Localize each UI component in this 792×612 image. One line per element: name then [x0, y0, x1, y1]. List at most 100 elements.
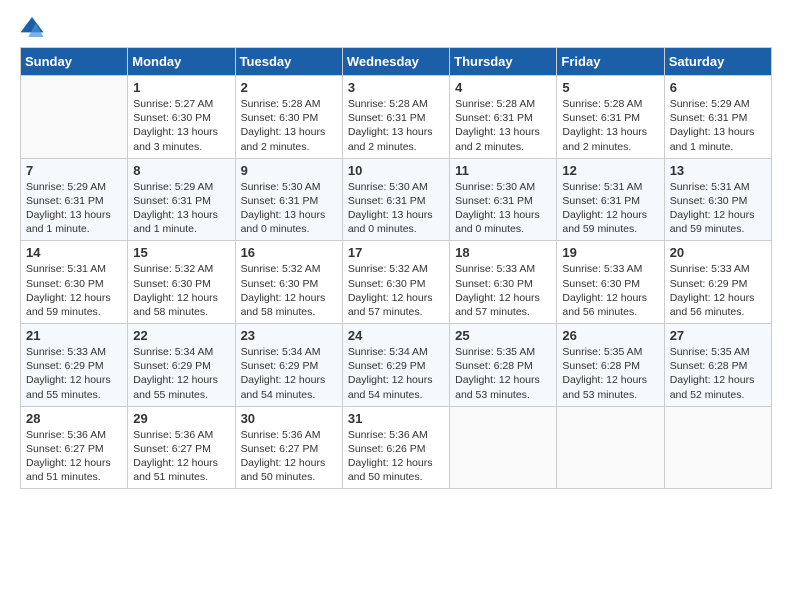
calendar-cell	[450, 406, 557, 489]
calendar-week-3: 14 Sunrise: 5:31 AMSunset: 6:30 PMDaylig…	[21, 241, 772, 324]
day-number: 7	[26, 163, 122, 178]
day-number: 12	[562, 163, 658, 178]
day-info: Sunrise: 5:30 AMSunset: 6:31 PMDaylight:…	[241, 180, 337, 237]
day-info: Sunrise: 5:34 AMSunset: 6:29 PMDaylight:…	[133, 345, 229, 402]
weekday-thursday: Thursday	[450, 48, 557, 76]
calendar-cell: 5 Sunrise: 5:28 AMSunset: 6:31 PMDayligh…	[557, 76, 664, 159]
day-info: Sunrise: 5:33 AMSunset: 6:29 PMDaylight:…	[26, 345, 122, 402]
day-number: 9	[241, 163, 337, 178]
day-number: 17	[348, 245, 444, 260]
weekday-tuesday: Tuesday	[235, 48, 342, 76]
day-info: Sunrise: 5:27 AMSunset: 6:30 PMDaylight:…	[133, 97, 229, 154]
calendar-cell: 30 Sunrise: 5:36 AMSunset: 6:27 PMDaylig…	[235, 406, 342, 489]
day-number: 31	[348, 411, 444, 426]
calendar-cell: 4 Sunrise: 5:28 AMSunset: 6:31 PMDayligh…	[450, 76, 557, 159]
day-info: Sunrise: 5:32 AMSunset: 6:30 PMDaylight:…	[241, 262, 337, 319]
day-info: Sunrise: 5:35 AMSunset: 6:28 PMDaylight:…	[670, 345, 766, 402]
calendar-cell: 6 Sunrise: 5:29 AMSunset: 6:31 PMDayligh…	[664, 76, 771, 159]
day-info: Sunrise: 5:36 AMSunset: 6:27 PMDaylight:…	[241, 428, 337, 485]
calendar-cell: 16 Sunrise: 5:32 AMSunset: 6:30 PMDaylig…	[235, 241, 342, 324]
weekday-wednesday: Wednesday	[342, 48, 449, 76]
weekday-header: SundayMondayTuesdayWednesdayThursdayFrid…	[21, 48, 772, 76]
day-info: Sunrise: 5:33 AMSunset: 6:30 PMDaylight:…	[455, 262, 551, 319]
day-info: Sunrise: 5:28 AMSunset: 6:31 PMDaylight:…	[455, 97, 551, 154]
day-info: Sunrise: 5:36 AMSunset: 6:26 PMDaylight:…	[348, 428, 444, 485]
day-info: Sunrise: 5:36 AMSunset: 6:27 PMDaylight:…	[26, 428, 122, 485]
day-number: 8	[133, 163, 229, 178]
calendar-cell: 23 Sunrise: 5:34 AMSunset: 6:29 PMDaylig…	[235, 324, 342, 407]
day-number: 10	[348, 163, 444, 178]
day-number: 28	[26, 411, 122, 426]
calendar-cell: 21 Sunrise: 5:33 AMSunset: 6:29 PMDaylig…	[21, 324, 128, 407]
calendar-week-2: 7 Sunrise: 5:29 AMSunset: 6:31 PMDayligh…	[21, 158, 772, 241]
day-number: 18	[455, 245, 551, 260]
day-info: Sunrise: 5:30 AMSunset: 6:31 PMDaylight:…	[455, 180, 551, 237]
calendar-cell: 26 Sunrise: 5:35 AMSunset: 6:28 PMDaylig…	[557, 324, 664, 407]
calendar-week-5: 28 Sunrise: 5:36 AMSunset: 6:27 PMDaylig…	[21, 406, 772, 489]
day-info: Sunrise: 5:28 AMSunset: 6:31 PMDaylight:…	[562, 97, 658, 154]
calendar-cell: 19 Sunrise: 5:33 AMSunset: 6:30 PMDaylig…	[557, 241, 664, 324]
day-info: Sunrise: 5:35 AMSunset: 6:28 PMDaylight:…	[455, 345, 551, 402]
calendar-cell: 20 Sunrise: 5:33 AMSunset: 6:29 PMDaylig…	[664, 241, 771, 324]
day-info: Sunrise: 5:34 AMSunset: 6:29 PMDaylight:…	[241, 345, 337, 402]
day-number: 5	[562, 80, 658, 95]
day-info: Sunrise: 5:32 AMSunset: 6:30 PMDaylight:…	[348, 262, 444, 319]
day-info: Sunrise: 5:36 AMSunset: 6:27 PMDaylight:…	[133, 428, 229, 485]
calendar-cell: 13 Sunrise: 5:31 AMSunset: 6:30 PMDaylig…	[664, 158, 771, 241]
calendar-cell: 18 Sunrise: 5:33 AMSunset: 6:30 PMDaylig…	[450, 241, 557, 324]
calendar-cell: 2 Sunrise: 5:28 AMSunset: 6:30 PMDayligh…	[235, 76, 342, 159]
day-number: 21	[26, 328, 122, 343]
calendar-cell: 1 Sunrise: 5:27 AMSunset: 6:30 PMDayligh…	[128, 76, 235, 159]
day-number: 29	[133, 411, 229, 426]
calendar-cell	[21, 76, 128, 159]
day-info: Sunrise: 5:33 AMSunset: 6:29 PMDaylight:…	[670, 262, 766, 319]
day-number: 24	[348, 328, 444, 343]
day-number: 14	[26, 245, 122, 260]
day-number: 25	[455, 328, 551, 343]
calendar-cell: 12 Sunrise: 5:31 AMSunset: 6:31 PMDaylig…	[557, 158, 664, 241]
day-info: Sunrise: 5:31 AMSunset: 6:30 PMDaylight:…	[670, 180, 766, 237]
day-number: 2	[241, 80, 337, 95]
day-number: 19	[562, 245, 658, 260]
day-info: Sunrise: 5:29 AMSunset: 6:31 PMDaylight:…	[26, 180, 122, 237]
calendar-cell	[557, 406, 664, 489]
calendar-cell: 8 Sunrise: 5:29 AMSunset: 6:31 PMDayligh…	[128, 158, 235, 241]
calendar-cell: 28 Sunrise: 5:36 AMSunset: 6:27 PMDaylig…	[21, 406, 128, 489]
calendar-cell: 25 Sunrise: 5:35 AMSunset: 6:28 PMDaylig…	[450, 324, 557, 407]
day-number: 27	[670, 328, 766, 343]
calendar-cell: 31 Sunrise: 5:36 AMSunset: 6:26 PMDaylig…	[342, 406, 449, 489]
calendar-week-1: 1 Sunrise: 5:27 AMSunset: 6:30 PMDayligh…	[21, 76, 772, 159]
day-number: 22	[133, 328, 229, 343]
day-info: Sunrise: 5:32 AMSunset: 6:30 PMDaylight:…	[133, 262, 229, 319]
day-number: 15	[133, 245, 229, 260]
page-header	[20, 16, 772, 37]
calendar-cell: 15 Sunrise: 5:32 AMSunset: 6:30 PMDaylig…	[128, 241, 235, 324]
calendar-cell: 10 Sunrise: 5:30 AMSunset: 6:31 PMDaylig…	[342, 158, 449, 241]
logo	[20, 16, 48, 37]
day-number: 3	[348, 80, 444, 95]
day-number: 13	[670, 163, 766, 178]
calendar-cell: 11 Sunrise: 5:30 AMSunset: 6:31 PMDaylig…	[450, 158, 557, 241]
calendar-cell: 9 Sunrise: 5:30 AMSunset: 6:31 PMDayligh…	[235, 158, 342, 241]
calendar-table: SundayMondayTuesdayWednesdayThursdayFrid…	[20, 47, 772, 489]
day-number: 20	[670, 245, 766, 260]
calendar-cell: 3 Sunrise: 5:28 AMSunset: 6:31 PMDayligh…	[342, 76, 449, 159]
day-number: 11	[455, 163, 551, 178]
weekday-monday: Monday	[128, 48, 235, 76]
calendar-cell: 24 Sunrise: 5:34 AMSunset: 6:29 PMDaylig…	[342, 324, 449, 407]
weekday-saturday: Saturday	[664, 48, 771, 76]
day-info: Sunrise: 5:29 AMSunset: 6:31 PMDaylight:…	[133, 180, 229, 237]
day-info: Sunrise: 5:28 AMSunset: 6:31 PMDaylight:…	[348, 97, 444, 154]
calendar-cell: 22 Sunrise: 5:34 AMSunset: 6:29 PMDaylig…	[128, 324, 235, 407]
calendar-cell: 29 Sunrise: 5:36 AMSunset: 6:27 PMDaylig…	[128, 406, 235, 489]
weekday-friday: Friday	[557, 48, 664, 76]
day-info: Sunrise: 5:35 AMSunset: 6:28 PMDaylight:…	[562, 345, 658, 402]
day-number: 30	[241, 411, 337, 426]
day-info: Sunrise: 5:30 AMSunset: 6:31 PMDaylight:…	[348, 180, 444, 237]
day-info: Sunrise: 5:34 AMSunset: 6:29 PMDaylight:…	[348, 345, 444, 402]
calendar-week-4: 21 Sunrise: 5:33 AMSunset: 6:29 PMDaylig…	[21, 324, 772, 407]
calendar-cell: 17 Sunrise: 5:32 AMSunset: 6:30 PMDaylig…	[342, 241, 449, 324]
calendar-cell: 14 Sunrise: 5:31 AMSunset: 6:30 PMDaylig…	[21, 241, 128, 324]
day-number: 1	[133, 80, 229, 95]
day-info: Sunrise: 5:29 AMSunset: 6:31 PMDaylight:…	[670, 97, 766, 154]
